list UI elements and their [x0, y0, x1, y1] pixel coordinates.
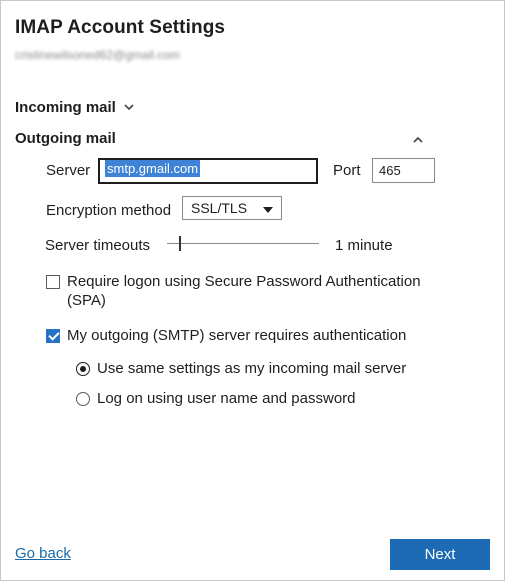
encryption-method-select[interactable]: SSL/TLS: [182, 196, 282, 220]
smtp-auth-checkbox[interactable]: [46, 329, 60, 343]
outgoing-mail-label: Outgoing mail: [15, 130, 116, 147]
server-timeouts-value: 1 minute: [335, 237, 393, 254]
caret-down-icon: [263, 200, 273, 216]
outgoing-mail-header[interactable]: Outgoing mail: [15, 130, 116, 147]
next-button[interactable]: Next: [390, 539, 490, 570]
encryption-method-value: SSL/TLS: [191, 200, 248, 216]
port-label: Port: [333, 162, 361, 179]
port-input[interactable]: 465: [372, 158, 435, 183]
dialog-title: IMAP Account Settings: [15, 17, 226, 38]
server-input-value: smtp.gmail.com: [105, 160, 201, 177]
chevron-up-icon[interactable]: [409, 131, 427, 147]
spa-checkbox-label[interactable]: Require logon using Secure Password Auth…: [67, 272, 437, 310]
smtp-auth-checkbox-label[interactable]: My outgoing (SMTP) server requires authe…: [67, 327, 406, 344]
server-timeouts-slider[interactable]: [167, 233, 319, 255]
imap-settings-dialog: IMAP Account Settings cristinewilsoned62…: [0, 0, 505, 581]
account-email: cristinewilsoned62@gmail.com: [15, 48, 180, 62]
server-label: Server: [46, 162, 91, 179]
logon-username-password-radio[interactable]: [76, 392, 90, 406]
spa-checkbox[interactable]: [46, 275, 60, 289]
server-timeouts-label: Server timeouts: [45, 237, 151, 254]
logon-username-password-label[interactable]: Log on using user name and password: [97, 390, 356, 407]
go-back-link[interactable]: Go back: [15, 545, 71, 562]
use-same-settings-label[interactable]: Use same settings as my incoming mail se…: [97, 360, 406, 377]
encryption-method-label: Encryption method: [46, 202, 172, 219]
slider-track: [167, 243, 319, 244]
use-same-settings-radio[interactable]: [76, 362, 90, 376]
slider-thumb[interactable]: [179, 236, 181, 251]
chevron-down-icon: [124, 104, 134, 111]
incoming-mail-label: Incoming mail: [15, 99, 116, 116]
incoming-mail-header[interactable]: Incoming mail: [15, 99, 134, 116]
server-input[interactable]: smtp.gmail.com: [98, 158, 318, 184]
